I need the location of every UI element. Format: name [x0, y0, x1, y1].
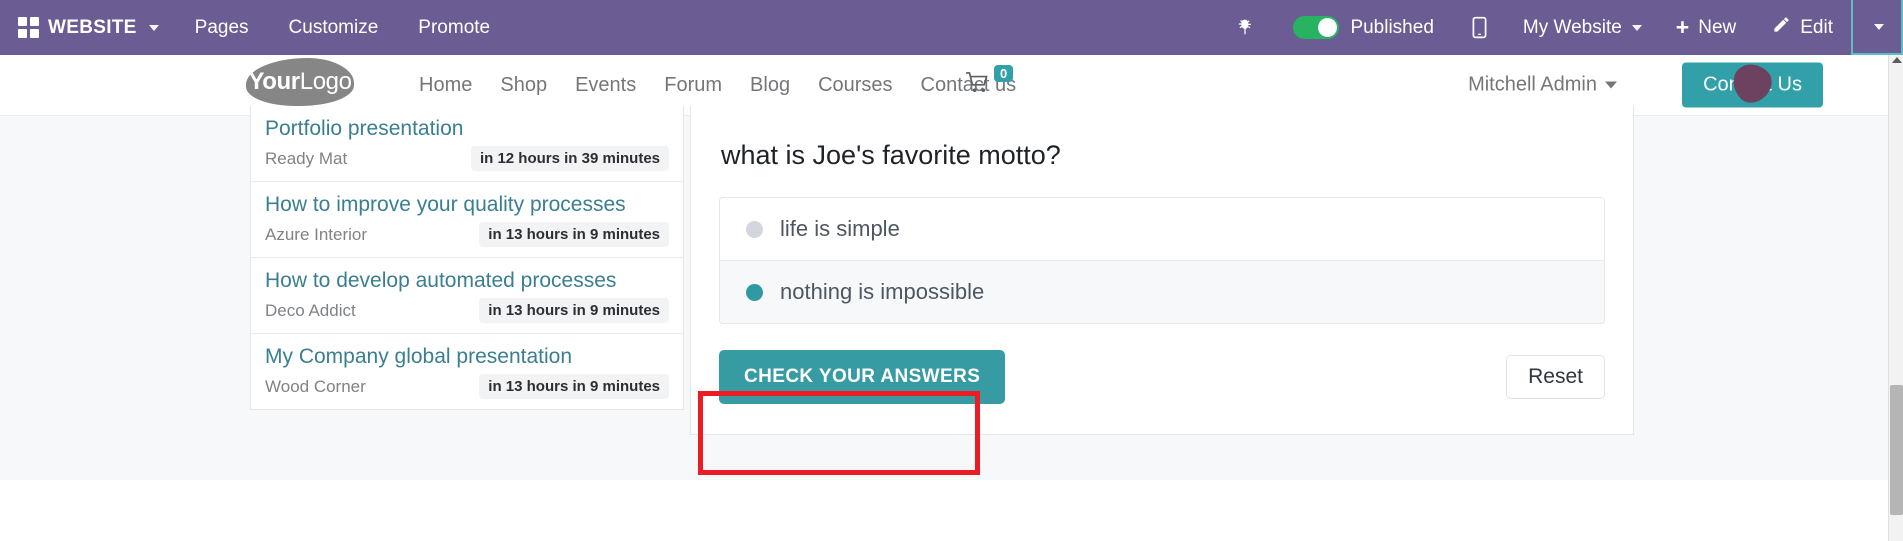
quiz-question-text: what is Joe's favorite motto? — [721, 140, 1605, 171]
website-selector-button[interactable]: My Website — [1507, 0, 1658, 55]
logo-light-text: Logo — [300, 68, 352, 96]
grid-apps-icon — [18, 17, 39, 38]
app-switcher-button[interactable]: WEBSITE — [0, 0, 175, 55]
quiz-answer-option-1[interactable]: life is simple — [720, 198, 1604, 261]
presentation-title-link[interactable]: How to develop automated processes — [265, 266, 669, 296]
pencil-icon — [1772, 15, 1791, 40]
presentation-meta-row: Wood Corner in 13 hours in 9 minutes — [265, 374, 669, 399]
edit-button[interactable]: Edit — [1754, 0, 1851, 55]
presentation-title-link[interactable]: Portfolio presentation — [265, 114, 669, 144]
presentation-title-link[interactable]: My Company global presentation — [265, 342, 669, 372]
presentation-time-badge: in 12 hours in 39 minutes — [471, 146, 669, 171]
website-selector-label: My Website — [1523, 17, 1622, 39]
website-preview-frame: YourLogo Home Shop Events Forum Blog Cou… — [0, 55, 1888, 541]
topbar-menu-pages[interactable]: Pages — [175, 0, 269, 55]
presentation-author: Azure Interior — [265, 225, 367, 245]
triangle-up-icon[interactable] — [1892, 57, 1902, 63]
chevron-down-icon — [1874, 24, 1884, 30]
list-item[interactable]: How to improve your quality processes Az… — [251, 182, 683, 258]
chevron-down-icon — [149, 25, 159, 31]
page-footer-area — [0, 480, 1888, 541]
cart-count-badge: 0 — [994, 65, 1013, 82]
presentation-time-badge: in 13 hours in 9 minutes — [479, 222, 669, 247]
site-link-blog[interactable]: Blog — [736, 74, 804, 97]
list-item[interactable]: Portfolio presentation Ready Mat in 12 h… — [251, 106, 683, 182]
presentation-list: Portfolio presentation Ready Mat in 12 h… — [250, 106, 684, 410]
topbar-right-group: Published My Website + New Edit — [1215, 0, 1903, 55]
quiz-answer-option-2[interactable]: nothing is impossible — [720, 261, 1604, 323]
publish-switch-icon[interactable] — [1293, 16, 1339, 39]
presentation-meta-row: Ready Mat in 12 hours in 39 minutes — [265, 146, 669, 171]
presentation-meta-row: Azure Interior in 13 hours in 9 minutes — [265, 222, 669, 247]
topbar-menu-promote[interactable]: Promote — [398, 0, 510, 55]
scrollbar-thumb[interactable] — [1890, 385, 1903, 515]
topbar-left-group: WEBSITE Pages Customize Promote — [0, 0, 510, 55]
presentation-author: Wood Corner — [265, 377, 366, 397]
page-scrollbar[interactable] — [1888, 55, 1903, 541]
presentation-time-badge: in 13 hours in 9 minutes — [479, 374, 669, 399]
presentation-author: Deco Addict — [265, 301, 356, 321]
quiz-action-row: CHECK YOUR ANSWERS Reset — [719, 324, 1605, 434]
site-logo[interactable]: YourLogo — [246, 58, 354, 106]
site-link-home[interactable]: Home — [405, 74, 486, 97]
list-item[interactable]: My Company global presentation Wood Corn… — [251, 334, 683, 409]
site-link-shop[interactable]: Shop — [486, 74, 561, 97]
quiz-card: what is Joe's favorite motto? life is si… — [690, 106, 1634, 435]
odoo-top-bar: WEBSITE Pages Customize Promote Publishe… — [0, 0, 1903, 55]
site-link-courses[interactable]: Courses — [804, 74, 906, 97]
plus-icon: + — [1676, 16, 1689, 39]
publish-label: Published — [1350, 17, 1433, 39]
site-link-forum[interactable]: Forum — [650, 74, 736, 97]
shopping-cart-icon — [965, 71, 992, 99]
reset-button[interactable]: Reset — [1506, 355, 1605, 399]
site-user-name: Mitchell Admin — [1468, 74, 1597, 97]
presentation-time-badge: in 13 hours in 9 minutes — [479, 298, 669, 323]
presentation-title-link[interactable]: How to improve your quality processes — [265, 190, 669, 220]
radio-selected-icon[interactable] — [746, 284, 763, 301]
quiz-answer-label: life is simple — [780, 216, 900, 242]
edit-dropdown-toggle[interactable] — [1851, 0, 1903, 55]
list-item[interactable]: How to develop automated processes Deco … — [251, 258, 683, 334]
check-answers-button[interactable]: CHECK YOUR ANSWERS — [719, 350, 1005, 404]
chevron-down-icon — [1605, 82, 1617, 89]
topbar-menu-customize[interactable]: Customize — [269, 0, 399, 55]
logo-bold-text: Your — [248, 68, 299, 96]
presentation-author: Ready Mat — [265, 149, 347, 169]
publish-toggle[interactable]: Published — [1293, 16, 1433, 39]
quiz-answer-label: nothing is impossible — [780, 279, 984, 305]
quiz-answers-list: life is simple nothing is impossible — [719, 197, 1605, 324]
bug-icon[interactable] — [1235, 18, 1255, 38]
mobile-phone-icon[interactable] — [1472, 16, 1487, 39]
cart-button[interactable]: 0 — [965, 71, 1013, 99]
new-label: New — [1698, 17, 1736, 39]
new-button[interactable]: + New — [1658, 0, 1754, 55]
site-user-menu[interactable]: Mitchell Admin — [1468, 74, 1617, 97]
radio-unselected-icon[interactable] — [746, 221, 763, 238]
site-link-events[interactable]: Events — [561, 74, 650, 97]
edit-label: Edit — [1800, 17, 1833, 39]
presentation-meta-row: Deco Addict in 13 hours in 9 minutes — [265, 298, 669, 323]
app-name-label: WEBSITE — [48, 17, 137, 39]
chevron-down-icon — [1632, 25, 1642, 31]
